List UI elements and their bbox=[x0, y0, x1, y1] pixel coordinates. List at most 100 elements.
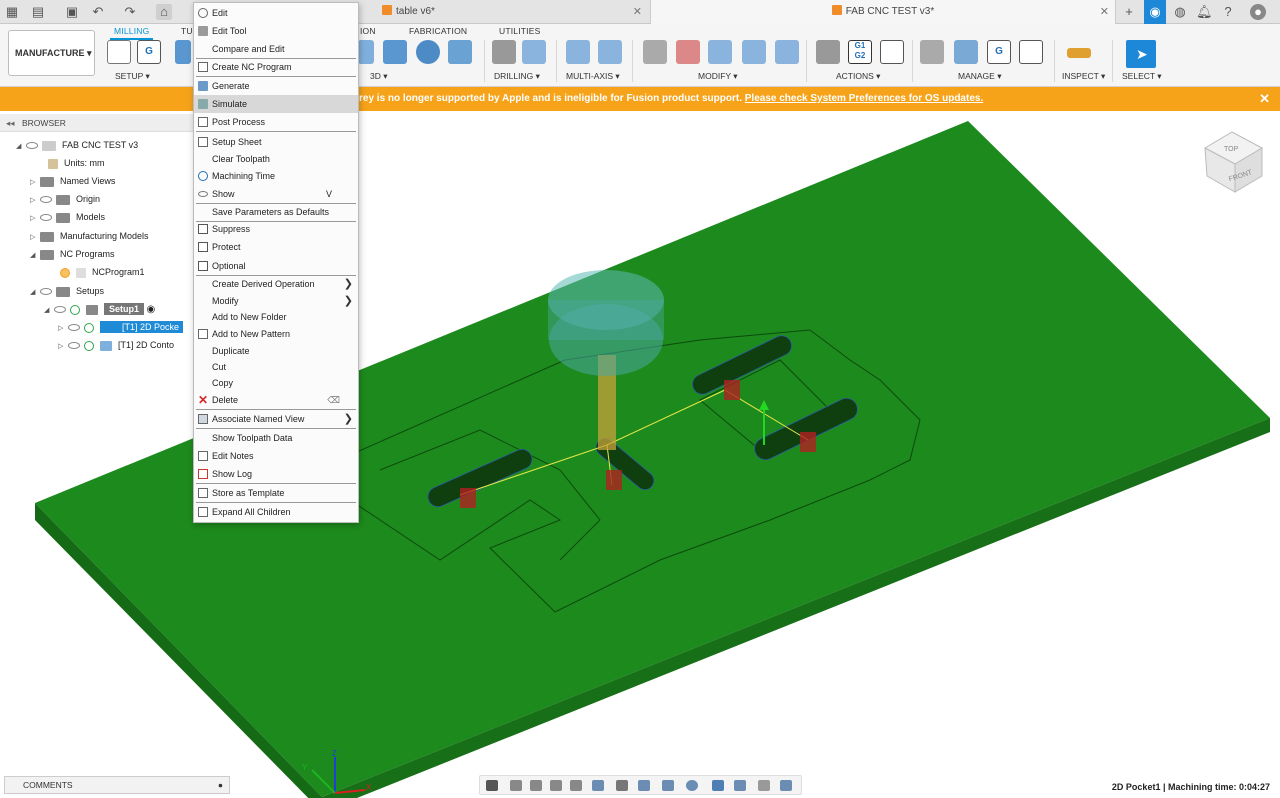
menu-item-show-toolpath-data[interactable]: Show Toolpath Data bbox=[194, 429, 358, 447]
fit-icon[interactable] bbox=[570, 780, 582, 791]
nc-program-icon[interactable]: G bbox=[137, 40, 161, 64]
modify-group-label[interactable]: MODIFY ▾ bbox=[698, 71, 738, 82]
orbit-type-icon[interactable] bbox=[686, 780, 698, 791]
home-icon[interactable]: ⌂ bbox=[156, 4, 172, 20]
menu-item-add-to-new-folder[interactable]: Add to New Folder bbox=[194, 308, 358, 326]
browser-header[interactable]: ◂◂ BROWSER bbox=[0, 114, 193, 132]
look-at-icon[interactable] bbox=[510, 780, 522, 791]
save-icon[interactable]: ▣ bbox=[64, 4, 80, 20]
drill-icon[interactable] bbox=[492, 40, 516, 64]
pattern-icon[interactable] bbox=[742, 40, 766, 64]
redo-icon[interactable]: ↷ bbox=[122, 4, 138, 20]
menu-item-expand-all-children[interactable]: Expand All Children bbox=[194, 503, 358, 521]
actions-group-label[interactable]: ACTIONS ▾ bbox=[836, 71, 880, 82]
view-cube[interactable] bbox=[1203, 131, 1264, 193]
menu-item-show-log[interactable]: Show Log bbox=[194, 465, 358, 483]
eye-icon[interactable] bbox=[54, 306, 66, 314]
tree-2d-contour[interactable]: ▷ [T1] 2D Conto bbox=[58, 337, 174, 353]
close-icon[interactable]: ✕ bbox=[1100, 0, 1109, 24]
new-tab-icon[interactable]: + bbox=[1121, 4, 1137, 20]
checkbox-icon[interactable] bbox=[198, 224, 208, 234]
setup-sheet-icon[interactable] bbox=[880, 40, 904, 64]
menu-item-create-nc-program[interactable]: Create NC Program bbox=[194, 58, 358, 76]
menu-item-setup-sheet[interactable]: Setup Sheet bbox=[194, 133, 358, 151]
selected-operation[interactable]: [T1] 2D Pocke bbox=[100, 321, 184, 333]
eye-icon[interactable] bbox=[26, 142, 38, 150]
tab-fab-cnc-test[interactable]: FAB CNC TEST v3* ✕ bbox=[650, 0, 1116, 24]
display-settings-icon[interactable] bbox=[592, 780, 604, 791]
tree-root[interactable]: ◢ FAB CNC TEST v3 bbox=[16, 137, 138, 153]
tree-named-views[interactable]: ▷ Named Views bbox=[30, 173, 115, 189]
tree-ncprogram1[interactable]: NCProgram1 bbox=[60, 264, 145, 280]
menu-item-suppress[interactable]: Suppress bbox=[194, 220, 358, 238]
manage-group-label[interactable]: MANAGE ▾ bbox=[958, 71, 1001, 82]
menu-item-generate[interactable]: Generate bbox=[194, 77, 358, 95]
tab-table[interactable]: table v6* ✕ bbox=[372, 0, 648, 24]
orbit-icon[interactable] bbox=[486, 780, 498, 791]
tree-origin[interactable]: ▷ Origin bbox=[30, 191, 100, 207]
copy-icon[interactable] bbox=[708, 40, 732, 64]
menu-item-store-as-template[interactable]: Store as Template bbox=[194, 484, 358, 502]
pan-icon[interactable] bbox=[530, 780, 542, 791]
select-button[interactable]: ➤ bbox=[1126, 40, 1156, 68]
menu-item-compare-and-edit[interactable]: Compare and Edit bbox=[194, 40, 358, 58]
tree-setup1[interactable]: ◢ Setup1 ◉ bbox=[44, 301, 155, 317]
3d-pocket-icon[interactable] bbox=[383, 40, 407, 64]
job-status-icon[interactable]: ◍ bbox=[1172, 4, 1188, 20]
transform-icon[interactable] bbox=[775, 40, 799, 64]
checkbox-icon[interactable] bbox=[198, 242, 208, 252]
workspace-switcher[interactable]: MANUFACTURE ▾ bbox=[8, 30, 95, 76]
2d-icon[interactable] bbox=[175, 40, 191, 64]
tree-setups[interactable]: ◢ Setups bbox=[30, 283, 104, 299]
menu-item-delete[interactable]: ✕ Delete ⌫ bbox=[194, 391, 358, 409]
user-avatar-icon[interactable]: ● bbox=[1250, 4, 1266, 20]
drilling-group-label[interactable]: DRILLING ▾ bbox=[494, 71, 540, 82]
comments-panel[interactable]: COMMENTS ● bbox=[4, 776, 230, 794]
tab-utilities[interactable]: UTILITIES bbox=[499, 26, 540, 36]
eye-icon[interactable] bbox=[40, 196, 52, 204]
menu-item-show[interactable]: Show V bbox=[194, 185, 358, 203]
grid-menu-icon[interactable]: ▦ bbox=[4, 4, 20, 20]
tab-additive[interactable]: ION bbox=[360, 26, 376, 36]
eye-icon[interactable] bbox=[68, 324, 80, 332]
hole-recognition-icon[interactable] bbox=[522, 40, 546, 64]
add-comment-icon[interactable]: ● bbox=[218, 777, 223, 793]
menu-item-edit-tool[interactable]: Edit Tool bbox=[194, 22, 358, 40]
delete-toolpath-icon[interactable] bbox=[676, 40, 700, 64]
machine-library-icon[interactable] bbox=[954, 40, 978, 64]
setup-group-label[interactable]: SETUP ▾ bbox=[115, 71, 150, 82]
3d-adaptive-icon[interactable] bbox=[358, 40, 374, 64]
menu-item-post-process[interactable]: Post Process bbox=[194, 113, 358, 131]
3d-viewport[interactable]: Z Y X TOP FRONT bbox=[0, 111, 1280, 798]
visual-style-icon[interactable] bbox=[662, 780, 674, 791]
grid-settings-icon[interactable] bbox=[616, 780, 628, 791]
3d-group-label[interactable]: 3D ▾ bbox=[370, 71, 388, 82]
eye-icon[interactable] bbox=[40, 288, 52, 296]
eye-icon[interactable] bbox=[40, 214, 52, 222]
extensions-icon[interactable]: ◉ bbox=[1144, 0, 1166, 24]
close-icon[interactable]: ✕ bbox=[1259, 87, 1270, 111]
menu-item-save-parameters[interactable]: Save Parameters as Defaults bbox=[194, 203, 358, 221]
viewports-icon[interactable] bbox=[638, 780, 650, 791]
checkbox-icon[interactable] bbox=[198, 261, 208, 271]
tool-library-icon[interactable] bbox=[920, 40, 944, 64]
new-setup-icon[interactable] bbox=[107, 40, 131, 64]
cut-icon[interactable] bbox=[643, 40, 667, 64]
multi-axis-contour-icon[interactable] bbox=[598, 40, 622, 64]
tree-models[interactable]: ▷ Models bbox=[30, 209, 105, 225]
banner-link[interactable]: Please check System Preferences for OS u… bbox=[745, 93, 983, 104]
tree-manufacturing-models[interactable]: ▷ Manufacturing Models bbox=[30, 228, 149, 244]
menu-item-optional[interactable]: Optional bbox=[194, 257, 358, 275]
post-process-icon[interactable]: G1 G2 bbox=[848, 40, 872, 64]
file-icon[interactable]: ▤ bbox=[30, 4, 46, 20]
object-visibility-icon[interactable] bbox=[712, 780, 724, 791]
menu-item-edit[interactable]: Edit bbox=[194, 4, 358, 22]
simulate-icon[interactable] bbox=[816, 40, 840, 64]
inspect-group-label[interactable]: INSPECT ▾ bbox=[1062, 71, 1105, 82]
menu-item-add-to-new-pattern[interactable]: Add to New Pattern bbox=[194, 325, 358, 343]
menu-item-create-derived-operation[interactable]: Create Derived Operation ❯ bbox=[194, 275, 358, 293]
multi-axis-group-label[interactable]: MULTI-AXIS ▾ bbox=[566, 71, 620, 82]
menu-item-associate-named-view[interactable]: Associate Named View ❯ bbox=[194, 410, 358, 428]
menu-item-simulate[interactable]: Simulate bbox=[194, 95, 358, 113]
tree-nc-programs[interactable]: ◢ NC Programs bbox=[30, 246, 115, 262]
